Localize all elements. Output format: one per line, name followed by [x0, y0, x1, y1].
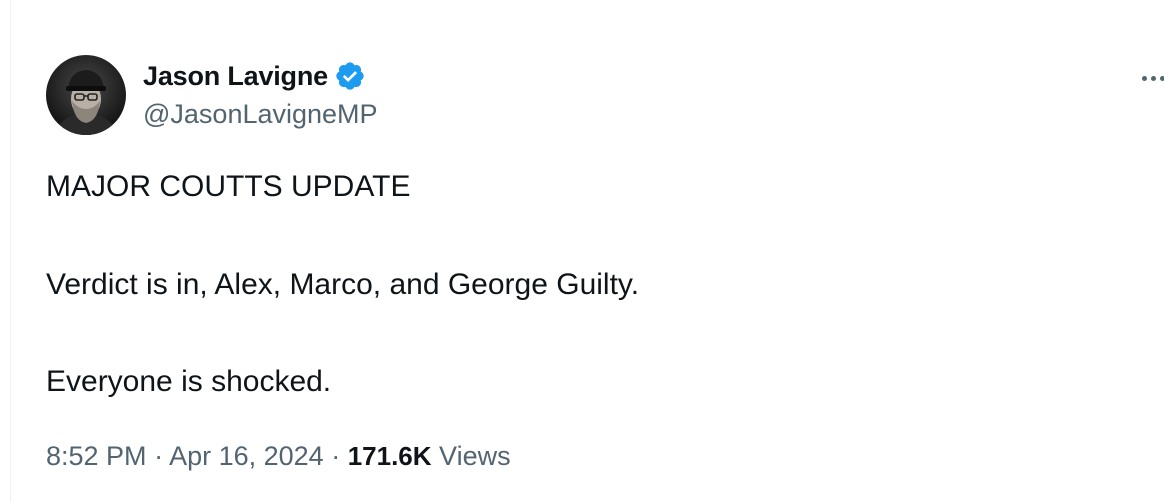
author-handle[interactable]: @JasonLavigneMP [143, 99, 378, 130]
views-label: Views [431, 441, 511, 471]
meta-separator: · [323, 441, 348, 471]
author-display-name[interactable]: Jason Lavigne [143, 61, 328, 92]
tweet-text-line: Verdict is in, Alex, Marco, and George G… [46, 268, 640, 301]
author-name-row: Jason Lavigne [143, 58, 366, 94]
more-dots-icon [1151, 76, 1156, 81]
more-options-button[interactable] [1142, 68, 1164, 88]
more-dots-icon [1160, 76, 1164, 81]
tweet-text-line: MAJOR COUTTS UPDATE [46, 170, 411, 203]
verified-badge-icon[interactable] [334, 60, 366, 92]
views-count: 171.6K [347, 441, 432, 471]
tweet-time[interactable]: 8:52 PM [46, 441, 147, 471]
tweet-date[interactable]: Apr 16, 2024 [169, 441, 324, 471]
avatar[interactable] [46, 55, 126, 135]
tweet: Jason Lavigne @JasonLavigneMP MAJOR COUT… [0, 0, 1164, 502]
meta-separator: · [146, 441, 170, 471]
more-dots-icon [1142, 76, 1147, 81]
tweet-meta: 8:52 PM · Apr 16, 2024 · 171.6K Views [46, 441, 511, 472]
tweet-text-line: Everyone is shocked. [46, 365, 332, 398]
avatar-image [46, 55, 126, 135]
